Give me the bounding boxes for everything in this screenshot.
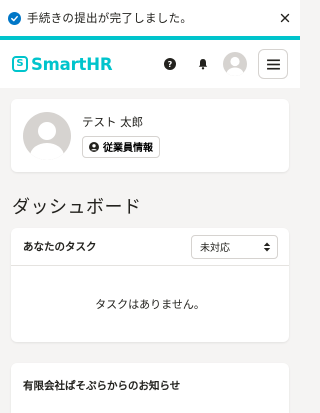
help-icon[interactable]: ? xyxy=(164,58,176,70)
success-toast: 手続きの提出が完了しました。 xyxy=(0,0,300,36)
sort-arrows-icon xyxy=(263,242,271,251)
bell-icon[interactable] xyxy=(196,58,209,71)
task-status-value: 未対応 xyxy=(200,243,230,254)
task-card-title: あなたのタスク xyxy=(23,241,97,253)
notice-card-title: 有限会社ぱそぷらからのお知らせ xyxy=(23,380,181,392)
hamburger-icon xyxy=(266,58,280,70)
employee-info-button[interactable]: 従業員情報 xyxy=(82,135,160,158)
profile-avatar xyxy=(23,111,71,160)
check-circle-icon xyxy=(8,11,21,25)
task-empty-message: タスクはありません。 xyxy=(95,297,205,311)
menu-button[interactable] xyxy=(258,49,288,79)
smarthr-logo[interactable]: S SmartHR xyxy=(12,54,113,74)
app-header: S SmartHR ? xyxy=(0,40,300,88)
close-icon[interactable] xyxy=(278,11,292,25)
page-title: ダッシュボード xyxy=(12,197,142,218)
profile-card: テスト 太郎 従業員情報 xyxy=(11,99,289,172)
logo-mark: S xyxy=(12,56,28,72)
notice-card: 有限会社ぱそぷらからのお知らせ xyxy=(11,363,289,413)
task-card-header: あなたのタスク 未対応 xyxy=(11,228,289,266)
logo-text: SmartHR xyxy=(31,54,113,74)
toast-message: 手続きの提出が完了しました。 xyxy=(27,11,193,25)
user-avatar[interactable] xyxy=(223,52,247,76)
task-card: あなたのタスク 未対応 タスクはありません。 xyxy=(11,228,289,342)
user-circle-icon xyxy=(89,141,99,152)
employee-info-label: 従業員情報 xyxy=(103,143,153,154)
profile-name: テスト 太郎 xyxy=(82,114,144,129)
task-status-select[interactable]: 未対応 xyxy=(191,234,278,259)
